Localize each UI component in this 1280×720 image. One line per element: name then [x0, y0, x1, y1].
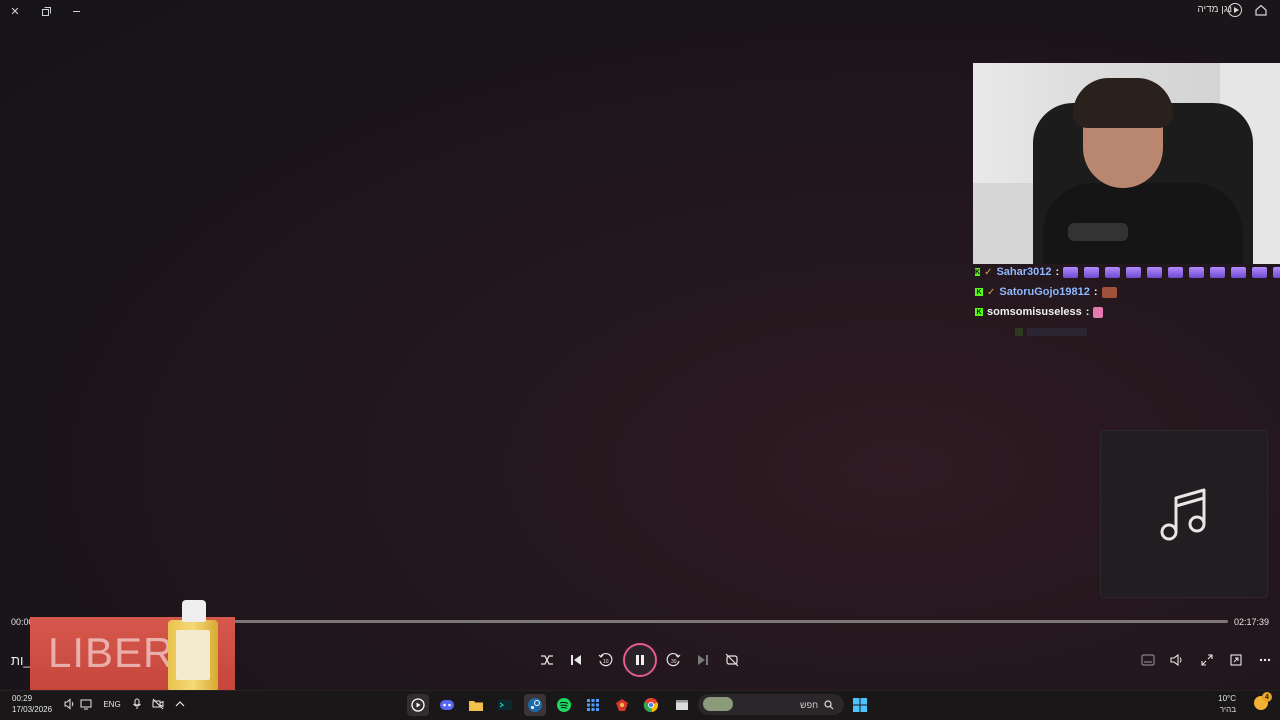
chat-message-fading: [1015, 322, 1280, 342]
svg-text:10: 10: [603, 659, 609, 665]
perfume-label: [176, 630, 210, 680]
pause-button[interactable]: [623, 643, 657, 677]
emote-icon: [1189, 266, 1205, 278]
home-icon[interactable]: [1254, 3, 1270, 19]
shuffle-icon[interactable]: [537, 650, 557, 670]
volume-icon[interactable]: [1167, 650, 1187, 670]
window-app-icon[interactable]: [671, 694, 693, 716]
chat-message: K somsomisuseless :: [975, 302, 1280, 322]
album-art-placeholder: [1100, 430, 1268, 598]
emote-icon: [1093, 306, 1104, 318]
rewind-10-icon[interactable]: 10: [595, 650, 615, 670]
search-placeholder: חפש: [800, 699, 818, 710]
file-explorer-icon[interactable]: [465, 694, 487, 716]
chat-message: K ✓ SatoruGojo19812 :: [975, 282, 1280, 302]
emote-icon: [1168, 266, 1184, 278]
apps-grid-icon[interactable]: [582, 694, 604, 716]
chat-username: somsomisuseless: [987, 306, 1082, 318]
notification-badge: 4: [1262, 692, 1272, 702]
weather-desc: בהיר: [1219, 705, 1236, 714]
kick-badge-icon: K: [975, 268, 981, 276]
kick-badge-icon: [1015, 328, 1023, 336]
perfume-cap: [182, 600, 206, 622]
captions-icon[interactable]: [1138, 650, 1158, 670]
verified-badge-icon: ✓: [984, 266, 993, 278]
repeat-off-icon[interactable]: [722, 650, 742, 670]
minimize-icon[interactable]: [68, 3, 84, 19]
discord-icon[interactable]: [436, 694, 458, 716]
camera-off-icon[interactable]: [151, 697, 165, 711]
weather-temp: 10°C: [1218, 694, 1236, 703]
title-bar: ✕ נגן מדיה: [0, 0, 1280, 22]
kick-badge-icon: K: [975, 288, 983, 296]
microphone-icon[interactable]: [130, 697, 144, 711]
clock-time: 00:29: [12, 694, 33, 703]
chrome-icon[interactable]: [640, 694, 662, 716]
speaker-icon[interactable]: [63, 697, 77, 711]
emote-row: [1063, 266, 1280, 278]
chat-username: SatoruGojo19812: [999, 286, 1090, 298]
chevron-up-icon[interactable]: [173, 697, 187, 711]
emote-icon: [1063, 266, 1079, 278]
spotify-icon[interactable]: [553, 694, 575, 716]
kick-badge-icon: K: [975, 308, 983, 316]
forward-30-icon[interactable]: 30: [664, 650, 684, 670]
game-app-icon[interactable]: [611, 694, 633, 716]
faded-text: [1027, 328, 1087, 336]
weather-widget[interactable]: 10°C בהיר: [1218, 693, 1236, 715]
previous-track-icon[interactable]: [566, 650, 586, 670]
next-track-icon[interactable]: [693, 650, 713, 670]
emote-icon: [1252, 266, 1268, 278]
music-note-icon: [1160, 488, 1206, 541]
steam-icon[interactable]: [524, 694, 546, 716]
chat-overlay: K ✓ Sahar3012 : K ✓ SatoruGojo19812 : K …: [975, 262, 1280, 342]
total-time: 02:17:39: [1233, 617, 1269, 627]
terminal-icon[interactable]: [494, 694, 516, 716]
emote-icon: [1147, 266, 1163, 278]
media-player-logo-icon: [1228, 3, 1242, 17]
language-indicator[interactable]: ENG: [100, 697, 124, 711]
chat-username: Sahar3012: [996, 266, 1052, 278]
media-player-taskbar-icon[interactable]: [407, 694, 429, 716]
start-icon[interactable]: [849, 694, 871, 716]
pause-icon: [636, 655, 644, 665]
close-icon[interactable]: ✕: [7, 3, 23, 19]
more-options-icon[interactable]: [1255, 650, 1275, 670]
network-icon[interactable]: [79, 697, 93, 711]
emote-icon: [1105, 266, 1121, 278]
search-highlight-image: [703, 697, 733, 711]
system-clock[interactable]: 00:29 17/03/2026: [12, 693, 52, 715]
restore-icon[interactable]: [38, 3, 54, 19]
mini-player-icon[interactable]: [1226, 650, 1246, 670]
fullscreen-icon[interactable]: [1197, 650, 1217, 670]
emote-icon: [1273, 266, 1280, 278]
svg-text:30: 30: [671, 659, 677, 665]
emote-icon: [1101, 286, 1117, 298]
emote-icon: [1084, 266, 1100, 278]
emote-icon: [1210, 266, 1226, 278]
clock-date: 17/03/2026: [12, 705, 53, 714]
search-icon: [824, 699, 834, 709]
verified-badge-icon: ✓: [987, 286, 996, 298]
song-title: ות_: [11, 653, 31, 668]
emote-icon: [1231, 266, 1247, 278]
emote-icon: [1126, 266, 1142, 278]
webcam-overlay: [973, 63, 1280, 264]
chat-message: K ✓ Sahar3012 :: [975, 262, 1280, 282]
app-title: נגן מדיה: [1197, 4, 1232, 15]
